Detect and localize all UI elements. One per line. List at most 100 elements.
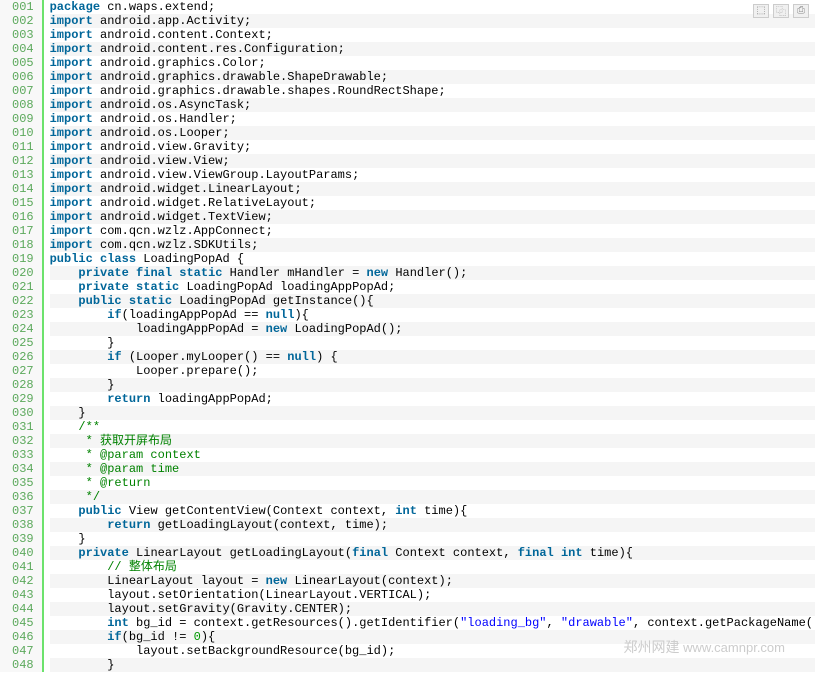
line-number: 036 <box>12 490 34 504</box>
code-line: LinearLayout layout = new LinearLayout(c… <box>50 574 815 588</box>
line-number: 030 <box>12 406 34 420</box>
code-line: * @return <box>50 476 815 490</box>
code-line: */ <box>50 490 815 504</box>
code-line: Looper.prepare(); <box>50 364 815 378</box>
code-line: import android.app.Activity; <box>50 14 815 28</box>
code-line: public class LoadingPopAd { <box>50 252 815 266</box>
code-block: 0010020030040050060070080090100110120130… <box>0 0 815 672</box>
line-number-gutter: 0010020030040050060070080090100110120130… <box>0 0 44 672</box>
line-number: 026 <box>12 350 34 364</box>
code-line: } <box>50 658 815 672</box>
line-number: 022 <box>12 294 34 308</box>
line-number: 028 <box>12 378 34 392</box>
line-number: 043 <box>12 588 34 602</box>
code-line: import android.os.AsyncTask; <box>50 98 815 112</box>
line-number: 023 <box>12 308 34 322</box>
line-number: 025 <box>12 336 34 350</box>
code-line: import android.view.Gravity; <box>50 140 815 154</box>
line-number: 013 <box>12 168 34 182</box>
line-number: 021 <box>12 280 34 294</box>
line-number: 011 <box>12 140 34 154</box>
line-number: 007 <box>12 84 34 98</box>
line-number: 037 <box>12 504 34 518</box>
line-number: 008 <box>12 98 34 112</box>
line-number: 039 <box>12 532 34 546</box>
line-number: 042 <box>12 574 34 588</box>
line-number: 001 <box>12 0 34 14</box>
copy-icon[interactable]: ⿻ <box>773 4 789 18</box>
code-line: layout.setBackgroundResource(bg_id); <box>50 644 815 658</box>
line-number: 002 <box>12 14 34 28</box>
line-number: 041 <box>12 560 34 574</box>
code-line: layout.setOrientation(LinearLayout.VERTI… <box>50 588 815 602</box>
code-line: import android.view.ViewGroup.LayoutPara… <box>50 168 815 182</box>
view-source-icon[interactable]: ⬚ <box>753 4 769 18</box>
code-line: import com.qcn.wzlz.AppConnect; <box>50 224 815 238</box>
code-line: import android.graphics.drawable.ShapeDr… <box>50 70 815 84</box>
code-line: import android.widget.LinearLayout; <box>50 182 815 196</box>
code-line: return getLoadingLayout(context, time); <box>50 518 815 532</box>
line-number: 046 <box>12 630 34 644</box>
code-line: import android.widget.TextView; <box>50 210 815 224</box>
line-number: 034 <box>12 462 34 476</box>
line-number: 009 <box>12 112 34 126</box>
code-line: import android.graphics.Color; <box>50 56 815 70</box>
code-line: * @param time <box>50 462 815 476</box>
line-number: 019 <box>12 252 34 266</box>
code-line: * @param context <box>50 448 815 462</box>
code-line: if(loadingAppPopAd == null){ <box>50 308 815 322</box>
line-number: 005 <box>12 56 34 70</box>
code-line: package cn.waps.extend; <box>50 0 815 14</box>
line-number: 045 <box>12 616 34 630</box>
code-line: import android.os.Handler; <box>50 112 815 126</box>
line-number: 024 <box>12 322 34 336</box>
code-line: * 获取开屏布局 <box>50 434 815 448</box>
line-number: 047 <box>12 644 34 658</box>
code-line: import android.graphics.drawable.shapes.… <box>50 84 815 98</box>
line-number: 040 <box>12 546 34 560</box>
line-number: 029 <box>12 392 34 406</box>
code-line: import android.content.res.Configuration… <box>50 42 815 56</box>
code-line: private final static Handler mHandler = … <box>50 266 815 280</box>
line-number: 015 <box>12 196 34 210</box>
line-number: 033 <box>12 448 34 462</box>
line-number: 018 <box>12 238 34 252</box>
code-line: import android.content.Context; <box>50 28 815 42</box>
line-number: 010 <box>12 126 34 140</box>
code-line: layout.setGravity(Gravity.CENTER); <box>50 602 815 616</box>
line-number: 035 <box>12 476 34 490</box>
code-line: loadingAppPopAd = new LoadingPopAd(); <box>50 322 815 336</box>
code-line: import android.os.Looper; <box>50 126 815 140</box>
code-line: } <box>50 378 815 392</box>
print-icon[interactable]: ⎙ <box>793 4 809 18</box>
code-line: private static LoadingPopAd loadingAppPo… <box>50 280 815 294</box>
line-number: 014 <box>12 182 34 196</box>
line-number: 020 <box>12 266 34 280</box>
code-line: } <box>50 532 815 546</box>
line-number: 003 <box>12 28 34 42</box>
code-line: } <box>50 336 815 350</box>
code-line: public static LoadingPopAd getInstance()… <box>50 294 815 308</box>
code-line: if(bg_id != 0){ <box>50 630 815 644</box>
code-line: import com.qcn.wzlz.SDKUtils; <box>50 238 815 252</box>
code-line: /** <box>50 420 815 434</box>
code-line: private LinearLayout getLoadingLayout(fi… <box>50 546 815 560</box>
code-line: public View getContentView(Context conte… <box>50 504 815 518</box>
line-number: 017 <box>12 224 34 238</box>
line-number: 031 <box>12 420 34 434</box>
code-line: // 整体布局 <box>50 560 815 574</box>
line-number: 006 <box>12 70 34 84</box>
line-number: 044 <box>12 602 34 616</box>
line-number: 016 <box>12 210 34 224</box>
line-number: 027 <box>12 364 34 378</box>
code-line: import android.view.View; <box>50 154 815 168</box>
line-number: 048 <box>12 658 34 672</box>
code-line: if (Looper.myLooper() == null) { <box>50 350 815 364</box>
line-number: 012 <box>12 154 34 168</box>
line-number: 032 <box>12 434 34 448</box>
code-line: int bg_id = context.getResources().getId… <box>50 616 815 630</box>
code-line: } <box>50 406 815 420</box>
code-line: return loadingAppPopAd; <box>50 392 815 406</box>
code-line: import android.widget.RelativeLayout; <box>50 196 815 210</box>
code-content: package cn.waps.extend;import android.ap… <box>44 0 815 672</box>
